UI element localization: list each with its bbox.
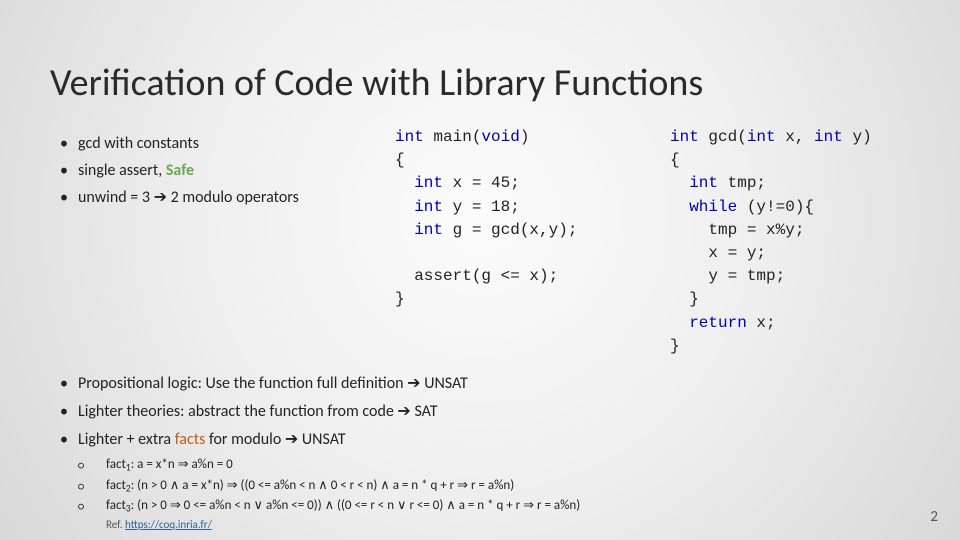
kw: int <box>814 128 843 146</box>
fact-text: fact2: (n > 0 ∧ a = x*n) ⇒ ((0 <= a%n < … <box>106 476 514 497</box>
kw: void <box>481 128 519 146</box>
code-text: g = gcd(x,y); <box>443 221 577 239</box>
bullet-dot-icon <box>60 130 78 157</box>
slide-title: Verification of Code with Library Functi… <box>50 60 703 106</box>
bullet-item: unwind = 3 ➔ 2 modulo operators <box>60 184 360 211</box>
bullet-text: Propositional logic: Use the function fu… <box>78 370 468 398</box>
fact-item: fact1: a = x*n ⇒ a%n = 0 <box>78 455 580 476</box>
facts-highlight: facts <box>175 430 206 449</box>
code-text: y = tmp; <box>670 267 785 285</box>
code-text: gcd( <box>699 128 747 146</box>
code-text: tmp; <box>718 174 766 192</box>
code-text: x; <box>747 314 776 332</box>
text-fragment: Propositional logic: Use the function fu… <box>78 374 407 393</box>
text-fragment: fact <box>106 498 126 513</box>
kw: int <box>670 128 699 146</box>
safe-label: Safe <box>166 161 194 180</box>
fact-text: fact3: (n > 0 ⇒ 0 <= a%n < n ∨ a%n <= 0)… <box>106 496 580 517</box>
bullet-item: single assert, Safe <box>60 157 360 184</box>
text-fragment: unwind = 3 <box>78 188 154 207</box>
code-text: x, <box>776 128 814 146</box>
bullet-text: Lighter + extra facts for modulo ➔ UNSAT <box>78 426 346 454</box>
kw: int <box>670 174 718 192</box>
text-fragment: : a = x*n ⇒ a%n = 0 <box>131 457 233 472</box>
bullet-dot-icon <box>60 157 78 184</box>
arrow-icon: ➔ <box>407 375 420 392</box>
page-number: 2 <box>930 508 938 526</box>
code-text: x = y; <box>670 244 766 262</box>
bullet-dot-icon <box>60 426 78 454</box>
code-text: } <box>670 290 699 308</box>
bullet-dot-icon <box>60 370 78 398</box>
bullet-item: Lighter theories: abstract the function … <box>60 398 468 426</box>
arrow-icon: ➔ <box>285 431 298 448</box>
text-fragment: Lighter + extra <box>78 430 175 449</box>
ref-label: Ref. <box>106 518 125 531</box>
bullet-dot-icon <box>60 398 78 426</box>
reference-link[interactable]: https://coq.inria.fr/ <box>125 518 212 531</box>
bullet-text: Lighter theories: abstract the function … <box>78 398 437 426</box>
facts-list: fact1: a = x*n ⇒ a%n = 0 fact2: (n > 0 ∧… <box>78 455 580 517</box>
sub-bullet-icon <box>78 476 106 496</box>
code-text: } <box>395 290 405 308</box>
slide: Verification of Code with Library Functi… <box>0 0 960 540</box>
text-fragment: single assert <box>78 161 158 180</box>
code-block-main: int main(void) { int x = 45; int y = 18;… <box>395 126 577 312</box>
top-bullet-list: gcd with constants single assert, Safe u… <box>60 130 360 212</box>
code-text: } <box>670 337 680 355</box>
bullet-item: gcd with constants <box>60 130 360 157</box>
bullet-dot-icon <box>60 184 78 211</box>
arrow-icon: ➔ <box>397 403 410 420</box>
fact-text: fact1: a = x*n ⇒ a%n = 0 <box>106 455 233 476</box>
bullet-item: Lighter + extra facts for modulo ➔ UNSAT <box>60 426 468 454</box>
kw: int <box>747 128 776 146</box>
text-fragment: : (n > 0 ⇒ 0 <= a%n < n ∨ a%n <= 0)) ∧ (… <box>131 498 580 513</box>
code-text: { <box>670 151 680 169</box>
code-text: tmp = x%y; <box>670 221 804 239</box>
text-fragment: 2 modulo operators <box>167 188 299 207</box>
code-text: y) <box>843 128 872 146</box>
kw: while <box>670 198 737 216</box>
code-text: ) <box>520 128 530 146</box>
text-fragment: for modulo <box>205 430 285 449</box>
fact-item: fact3: (n > 0 ⇒ 0 <= a%n < n ∨ a%n <= 0)… <box>78 496 580 517</box>
sub-bullet-icon <box>78 455 106 475</box>
kw: int <box>395 174 443 192</box>
code-text: assert(g <= x); <box>395 267 558 285</box>
text-fragment: fact <box>106 478 126 493</box>
code-text: x = 45; <box>443 174 520 192</box>
bullet-text: gcd with constants <box>78 130 199 157</box>
text-fragment: : (n > 0 ∧ a = x*n) ⇒ ((0 <= a%n < n ∧ 0… <box>131 478 514 493</box>
text-fragment: fact <box>106 457 126 472</box>
kw: int <box>395 128 424 146</box>
text-fragment: Lighter theories: abstract the function … <box>78 402 397 421</box>
kw: int <box>395 198 443 216</box>
code-text: { <box>395 151 405 169</box>
sub-bullet-icon <box>78 496 106 516</box>
code-block-gcd: int gcd(int x, int y) { int tmp; while (… <box>670 126 872 358</box>
reference-line: Ref. https://coq.inria.fr/ <box>106 518 212 531</box>
code-text: (y!=0){ <box>737 198 814 216</box>
text-fragment: SAT <box>411 402 438 421</box>
kw: return <box>670 314 747 332</box>
text-fragment: UNSAT <box>298 430 345 449</box>
bullet-item: Propositional logic: Use the function fu… <box>60 370 468 398</box>
text-fragment: UNSAT <box>421 374 468 393</box>
code-text: main( <box>424 128 482 146</box>
bottom-bullet-list: Propositional logic: Use the function fu… <box>60 370 468 454</box>
fact-item: fact2: (n > 0 ∧ a = x*n) ⇒ ((0 <= a%n < … <box>78 476 580 497</box>
bullet-text: single assert, Safe <box>78 157 194 184</box>
code-text: y = 18; <box>443 198 520 216</box>
kw: int <box>395 221 443 239</box>
bullet-text: unwind = 3 ➔ 2 modulo operators <box>78 184 299 211</box>
arrow-icon: ➔ <box>154 189 167 206</box>
